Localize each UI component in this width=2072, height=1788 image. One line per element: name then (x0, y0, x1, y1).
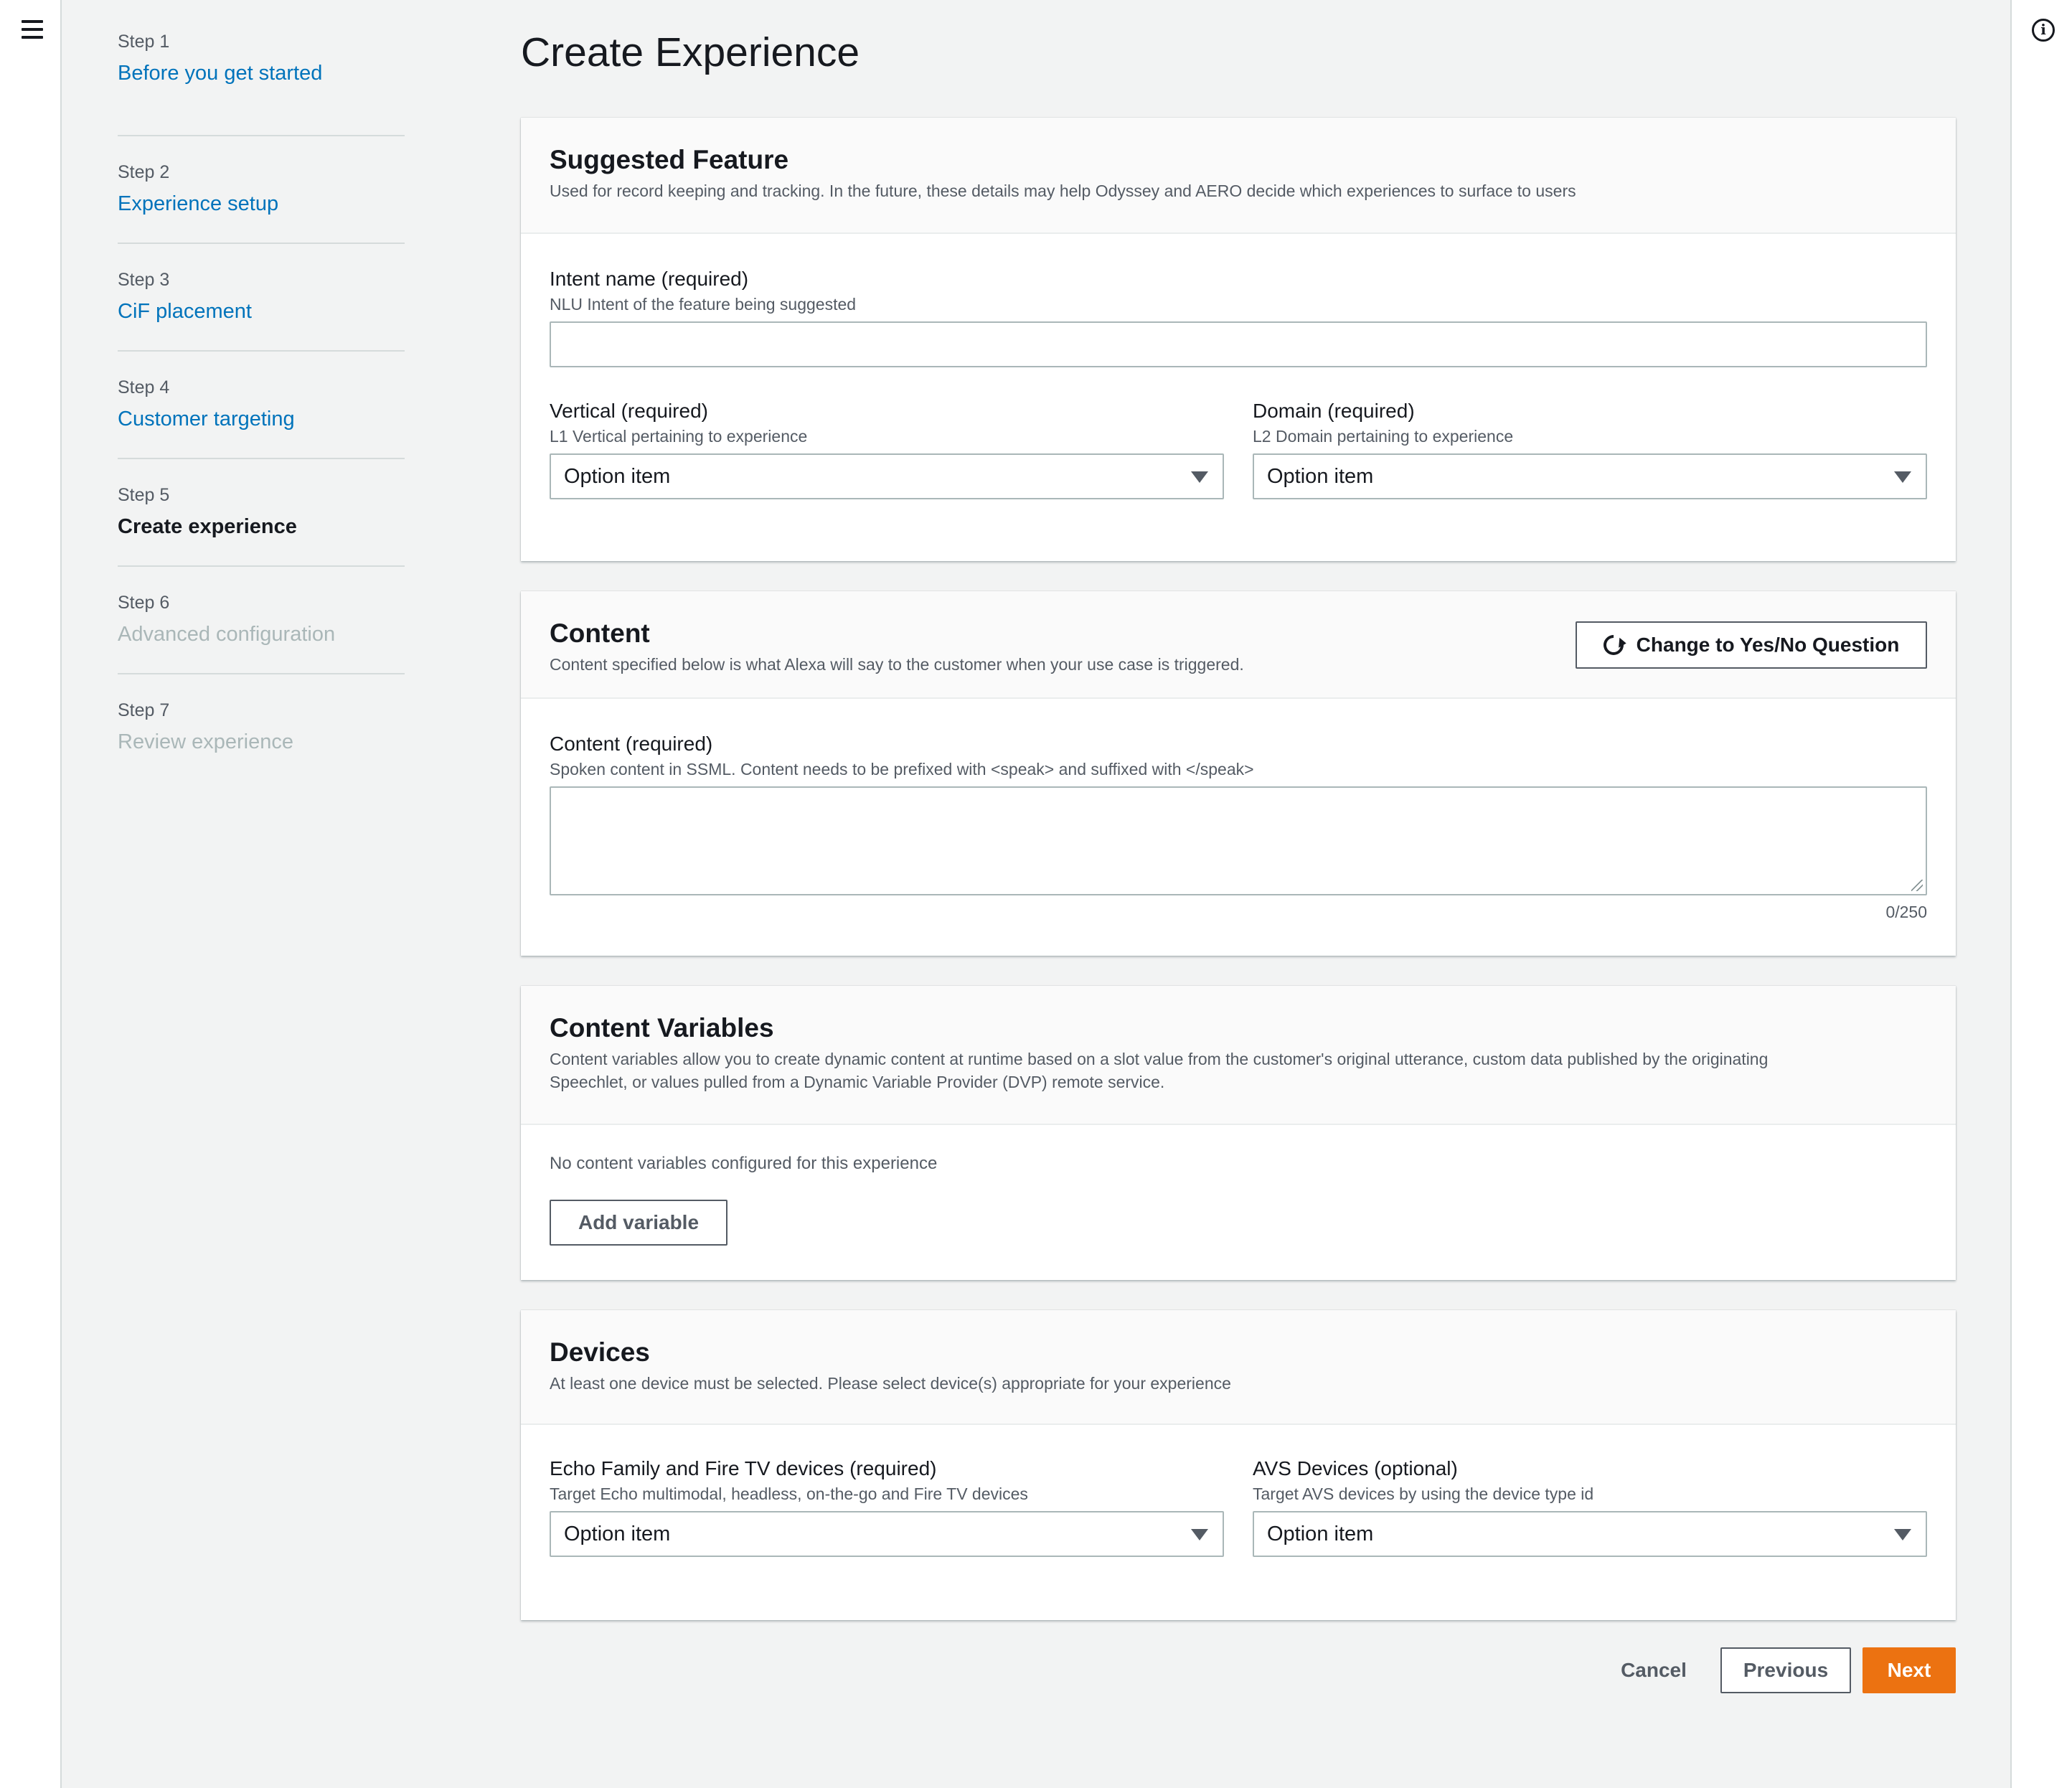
resize-handle-icon[interactable] (1911, 880, 1923, 891)
avs-devices-field: AVS Devices (optional) Target AVS device… (1253, 1455, 1927, 1557)
app-page: i Step 1 Before you get started Step 2 E… (0, 0, 2072, 1788)
container-header: Content Content specified below is what … (521, 591, 1956, 699)
echo-devices-select[interactable]: Option item (550, 1511, 1224, 1557)
field-description: Spoken content in SSML. Content needs to… (550, 760, 1254, 778)
container-body: No content variables configured for this… (521, 1125, 1956, 1279)
cancel-button[interactable]: Cancel (1607, 1647, 1700, 1693)
field-description: L1 Vertical pertaining to experience (550, 427, 808, 446)
select-value: Option item (564, 465, 671, 488)
hamburger-menu-icon[interactable] (22, 20, 43, 39)
step-disabled-advanced-configuration: Advanced configuration (118, 623, 336, 646)
caret-down-icon (1894, 471, 1911, 483)
section-title: Suggested Feature (550, 145, 789, 174)
section-description: At least one device must be selected. Pl… (550, 1374, 1231, 1393)
step-link-before-you-get-started[interactable]: Before you get started (118, 57, 405, 89)
add-variable-button[interactable]: Add variable (550, 1200, 727, 1246)
step-number: Step 6 (118, 593, 170, 613)
step-disabled-review-experience: Review experience (118, 730, 294, 753)
change-to-yes-no-button[interactable]: Change to Yes/No Question (1576, 621, 1927, 669)
right-tools-rail: i (2010, 0, 2072, 1788)
container-body: Echo Family and Fire TV devices (require… (521, 1425, 1956, 1557)
vertical-select[interactable]: Option item (550, 453, 1224, 499)
echo-devices-field: Echo Family and Fire TV devices (require… (550, 1455, 1224, 1557)
select-value: Option item (1267, 1523, 1374, 1545)
previous-button[interactable]: Previous (1720, 1647, 1851, 1693)
section-description-line-2: Speechlet, or values pulled from a Dynam… (550, 1073, 1165, 1091)
field-description: Target AVS devices by using the device t… (1253, 1484, 1594, 1503)
vertical-field: Vertical (required) L1 Vertical pertaini… (550, 397, 1224, 499)
avs-devices-select[interactable]: Option item (1253, 1511, 1927, 1557)
info-icon[interactable]: i (2032, 19, 2055, 42)
vertical-domain-row: Vertical (required) L1 Vertical pertaini… (550, 397, 1927, 499)
step-link-cif-placement[interactable]: CiF placement (118, 296, 405, 327)
section-title: Devices (550, 1337, 650, 1367)
domain-select[interactable]: Option item (1253, 453, 1927, 499)
content-variables-container: Content Variables Content variables allo… (521, 986, 1956, 1280)
character-counter: 0/250 (1885, 903, 1927, 921)
domain-field: Domain (required) L2 Domain pertaining t… (1253, 397, 1927, 499)
field-description: Target Echo multimodal, headless, on-the… (550, 1484, 1028, 1503)
select-value: Option item (1267, 465, 1374, 488)
field-description: NLU Intent of the feature being suggeste… (550, 295, 857, 314)
section-description-line-1: Content variables allow you to create dy… (550, 1050, 1769, 1068)
caret-down-icon (1191, 471, 1208, 483)
field-description: L2 Domain pertaining to experience (1253, 427, 1514, 446)
section-title: Content Variables (550, 1013, 774, 1043)
field-label: Content (required) (550, 733, 713, 755)
step-current-create-experience: Create experience (118, 515, 297, 538)
caret-down-icon (1191, 1529, 1208, 1540)
container-header: Devices At least one device must be sele… (521, 1310, 1956, 1425)
step-7: Step 7 Review experience (118, 674, 405, 782)
content-textarea[interactable] (550, 786, 1927, 895)
devices-container: Devices At least one device must be sele… (521, 1310, 1956, 1620)
caret-down-icon (1894, 1529, 1911, 1540)
step-link-customer-targeting[interactable]: Customer targeting (118, 403, 405, 435)
step-1: Step 1 Before you get started (118, 29, 405, 136)
select-value: Option item (564, 1523, 671, 1545)
page-title: Create Experience (521, 29, 860, 75)
left-navigation-rail (0, 0, 62, 1788)
container-body: Intent name (required) NLU Intent of the… (521, 234, 1956, 499)
devices-row: Echo Family and Fire TV devices (require… (550, 1455, 1927, 1557)
step-2: Step 2 Experience setup (118, 136, 405, 244)
container-header: Content Variables Content variables allo… (521, 986, 1956, 1125)
content-container: Content Content specified below is what … (521, 591, 1956, 956)
intent-name-input[interactable] (550, 321, 1927, 367)
container-body: Content (required) Spoken content in SSM… (521, 699, 1956, 921)
step-6: Step 6 Advanced configuration (118, 567, 405, 674)
step-4: Step 4 Customer targeting (118, 352, 405, 459)
step-link-experience-setup[interactable]: Experience setup (118, 188, 405, 220)
empty-state-text: No content variables configured for this… (550, 1154, 938, 1173)
step-number: Step 5 (118, 485, 170, 505)
section-description: Used for record keeping and tracking. In… (550, 182, 1576, 200)
refresh-icon (1598, 631, 1628, 659)
button-label: Change to Yes/No Question (1636, 634, 1900, 656)
step-number: Step 2 (118, 162, 170, 182)
next-button[interactable]: Next (1863, 1647, 1956, 1693)
step-number: Step 4 (118, 377, 170, 397)
step-number: Step 3 (118, 270, 170, 290)
container-header: Suggested Feature Used for record keepin… (521, 118, 1956, 234)
step-number: Step 1 (118, 32, 170, 52)
field-label: Echo Family and Fire TV devices (require… (550, 1457, 937, 1479)
step-number: Step 7 (118, 700, 170, 720)
field-label: Intent name (required) (550, 268, 749, 290)
step-5: Step 5 Create experience (118, 459, 405, 567)
field-label: Domain (required) (1253, 400, 1415, 422)
wizard-steps: Step 1 Before you get started Step 2 Exp… (118, 29, 405, 782)
field-label: AVS Devices (optional) (1253, 1457, 1458, 1479)
field-label: Vertical (required) (550, 400, 708, 422)
step-3: Step 3 CiF placement (118, 244, 405, 352)
suggested-feature-container: Suggested Feature Used for record keepin… (521, 118, 1956, 561)
